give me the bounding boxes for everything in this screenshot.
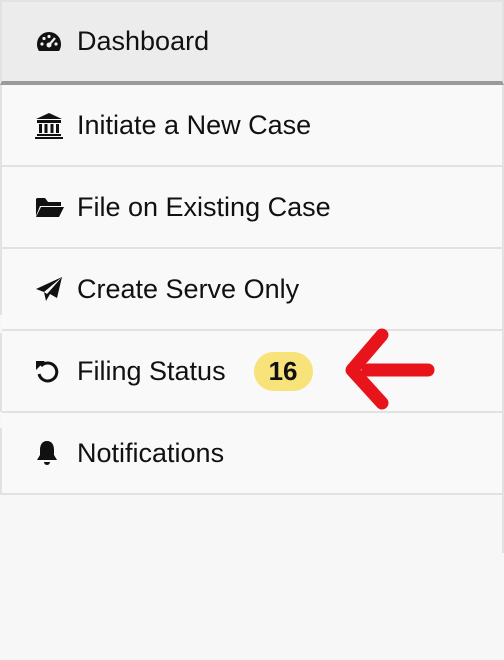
nav-item-dashboard[interactable]: Dashboard (0, 0, 504, 85)
nav-item-label: Filing Status (77, 355, 226, 386)
nav-item-label: Dashboard (77, 26, 210, 56)
annotation-arrow-icon (345, 328, 435, 410)
border-gap (0, 412, 2, 428)
paper-plane-icon (35, 274, 67, 304)
nav-item-file-existing-case[interactable]: File on Existing Case (0, 167, 504, 249)
nav-item-create-serve-only[interactable]: Create Serve Only (0, 249, 504, 331)
nav-item-label: File on Existing Case (77, 191, 331, 222)
sidebar-nav: Dashboard Initiate a New Case File on Ex (0, 0, 504, 660)
nav-item-initiate-new-case[interactable]: Initiate a New Case (0, 85, 504, 167)
nav-item-label: Notifications (77, 437, 225, 468)
bell-icon (35, 438, 67, 468)
dashboard-gauge-icon (35, 27, 67, 57)
nav-item-label: Create Serve Only (77, 273, 300, 304)
border-gap (0, 315, 2, 333)
refresh-undo-icon (35, 356, 67, 386)
folder-open-icon (35, 192, 67, 222)
filing-count-badge: 16 (253, 351, 313, 391)
nav-item-label: Initiate a New Case (77, 109, 312, 140)
bank-building-icon (35, 110, 67, 140)
nav-item-notifications[interactable]: Notifications (0, 413, 504, 495)
